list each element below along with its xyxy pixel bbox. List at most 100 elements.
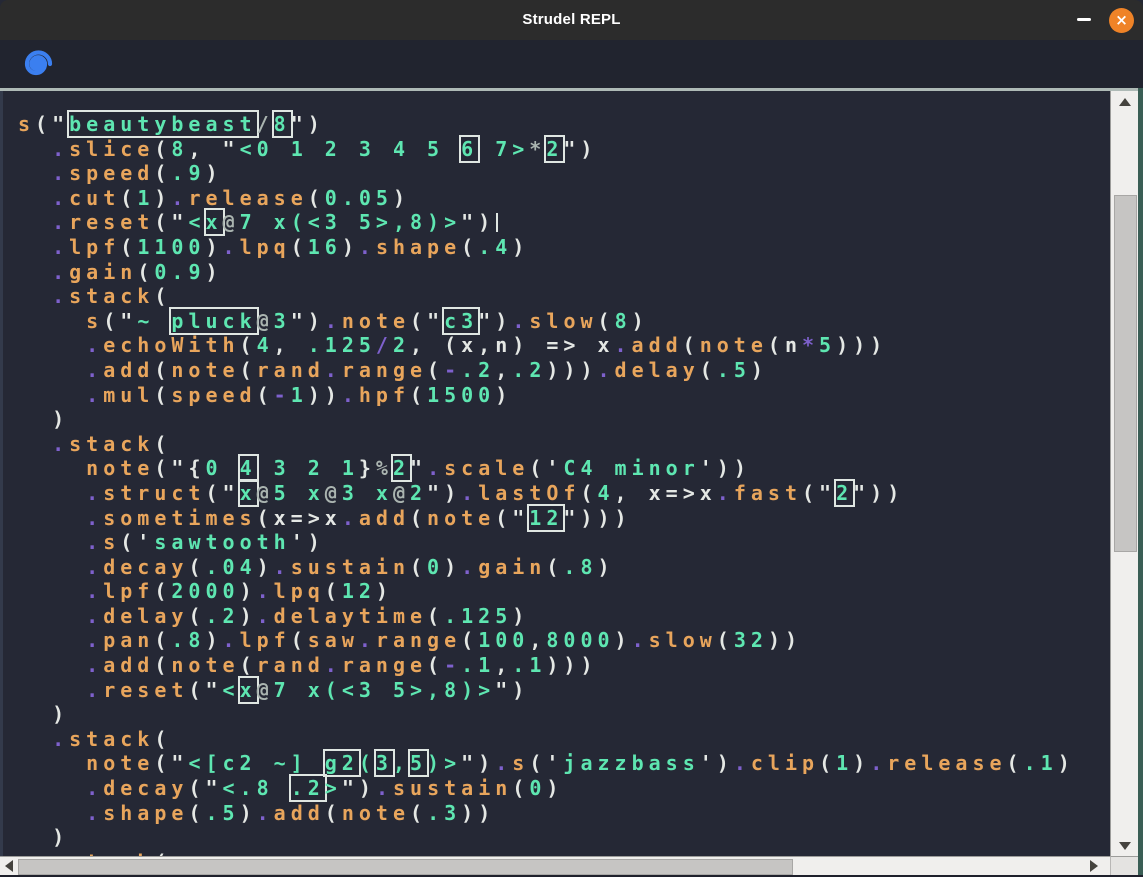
code-token: 3 2 1 — [257, 456, 359, 480]
code-token: . — [257, 579, 274, 603]
code-token: ( — [461, 628, 478, 652]
code-token: shape — [103, 801, 188, 825]
code-token: note — [342, 801, 410, 825]
code-token: . — [52, 432, 69, 456]
code-token — [18, 555, 86, 579]
code-token: . — [86, 653, 103, 677]
scroll-up-icon[interactable] — [1119, 98, 1131, 106]
code-token: . — [717, 481, 734, 505]
code-token: rand — [257, 358, 325, 382]
code-token: 0 — [427, 555, 444, 579]
code-token: add — [103, 653, 154, 677]
code-token: ) — [18, 825, 69, 849]
vertical-scrollbar[interactable] — [1110, 91, 1138, 857]
code-token: . — [342, 506, 359, 530]
code-token: @ — [393, 481, 410, 505]
code-token: . — [52, 727, 69, 751]
scroll-right-icon[interactable] — [1090, 860, 1098, 872]
code-token: ( — [700, 358, 717, 382]
code-token: ) — [546, 776, 563, 800]
code-token: (" — [410, 309, 444, 333]
code-token: mul — [103, 383, 154, 407]
code-token: echoWith — [103, 333, 239, 357]
code-token — [18, 628, 86, 652]
code-token — [18, 260, 52, 284]
horizontal-scrollbar[interactable] — [0, 856, 1111, 875]
code-token: . — [512, 309, 529, 333]
code-token — [18, 333, 86, 357]
code-token: ( — [120, 235, 137, 259]
scroll-down-icon[interactable] — [1119, 842, 1131, 850]
code-token: ( — [410, 555, 427, 579]
highlighted-token: g2 — [325, 751, 359, 775]
code-token — [18, 383, 86, 407]
scroll-left-icon[interactable] — [5, 860, 13, 872]
code-token: ") — [563, 137, 597, 161]
code-token: , — [495, 653, 512, 677]
code-editor[interactable]: s("beautybeast/8") .slice(8, "<0 1 2 3 4… — [0, 91, 1113, 857]
code-token: ))) — [836, 333, 887, 357]
code-token: lpf — [103, 579, 154, 603]
code-token: @ — [257, 678, 274, 702]
code-token: rand — [257, 653, 325, 677]
code-token: <[c2 ~] — [188, 751, 324, 775]
code-token: ) — [240, 604, 257, 628]
code-line: .reset("<x@7 x(<3 5>,8)>") — [18, 678, 1113, 703]
vertical-scrollbar-thumb[interactable] — [1114, 195, 1137, 552]
code-token: > — [325, 776, 342, 800]
code-token: ") — [342, 776, 376, 800]
highlighted-token: 2 — [546, 137, 563, 161]
code-token: " — [410, 456, 427, 480]
code-token — [18, 653, 86, 677]
code-token: sustain — [393, 776, 512, 800]
code-token: delay — [103, 604, 188, 628]
close-button[interactable]: × — [1109, 8, 1134, 33]
code-token — [18, 604, 86, 628]
code-token: add — [274, 801, 325, 825]
minimize-button[interactable] — [1073, 10, 1095, 30]
code-token: . — [461, 481, 478, 505]
code-line: .slice(8, "<0 1 2 3 4 5 6 7>*2") — [18, 137, 1113, 162]
code-token: ( — [546, 555, 563, 579]
code-token: struct — [103, 481, 205, 505]
code-token: ( — [683, 333, 700, 357]
code-token: add — [103, 358, 154, 382]
code-token: .9 — [171, 161, 205, 185]
code-token — [18, 801, 86, 825]
code-token: @ — [223, 210, 240, 234]
code-token: .1 — [461, 653, 495, 677]
code-token: jazzbass — [563, 751, 699, 775]
code-line: .decay(.04).sustain(0).gain(.8) — [18, 555, 1113, 580]
code-token: 5 x — [274, 481, 325, 505]
code-token: stack — [69, 727, 154, 751]
code-token: ~ — [137, 309, 171, 333]
code-token: } — [359, 456, 376, 480]
code-token: 0 — [205, 456, 239, 480]
strudel-logo-icon[interactable] — [19, 46, 55, 82]
code-token: * — [802, 333, 819, 357]
highlighted-token: 8 — [274, 112, 291, 136]
code-line: .add(note(rand.range(-.2,.2))).delay(.5) — [18, 358, 1113, 383]
code-token — [18, 506, 86, 530]
code-token: delaytime — [274, 604, 427, 628]
code-token: ( — [291, 628, 308, 652]
horizontal-scrollbar-thumb[interactable] — [18, 859, 793, 875]
titlebar[interactable]: Strudel REPL × — [0, 0, 1143, 40]
code-token: ) — [598, 555, 615, 579]
code-token: , " — [188, 137, 239, 161]
code-token: ( — [410, 383, 427, 407]
code-token: * — [529, 137, 546, 161]
code-token: ( — [359, 751, 376, 775]
code-token: ) — [205, 260, 222, 284]
code-token: .4 — [478, 235, 512, 259]
code-token: 2 — [410, 481, 427, 505]
code-token: (" — [495, 506, 529, 530]
code-token: ( — [154, 432, 171, 456]
code-line: .echoWith(4, .125/2, (x,n) => x.add(note… — [18, 333, 1113, 358]
code-token: . — [86, 776, 103, 800]
code-token: ( — [154, 284, 171, 308]
code-token: 3 — [274, 309, 291, 333]
code-token: ( — [188, 604, 205, 628]
code-token: - — [274, 383, 291, 407]
code-token: . — [52, 210, 69, 234]
